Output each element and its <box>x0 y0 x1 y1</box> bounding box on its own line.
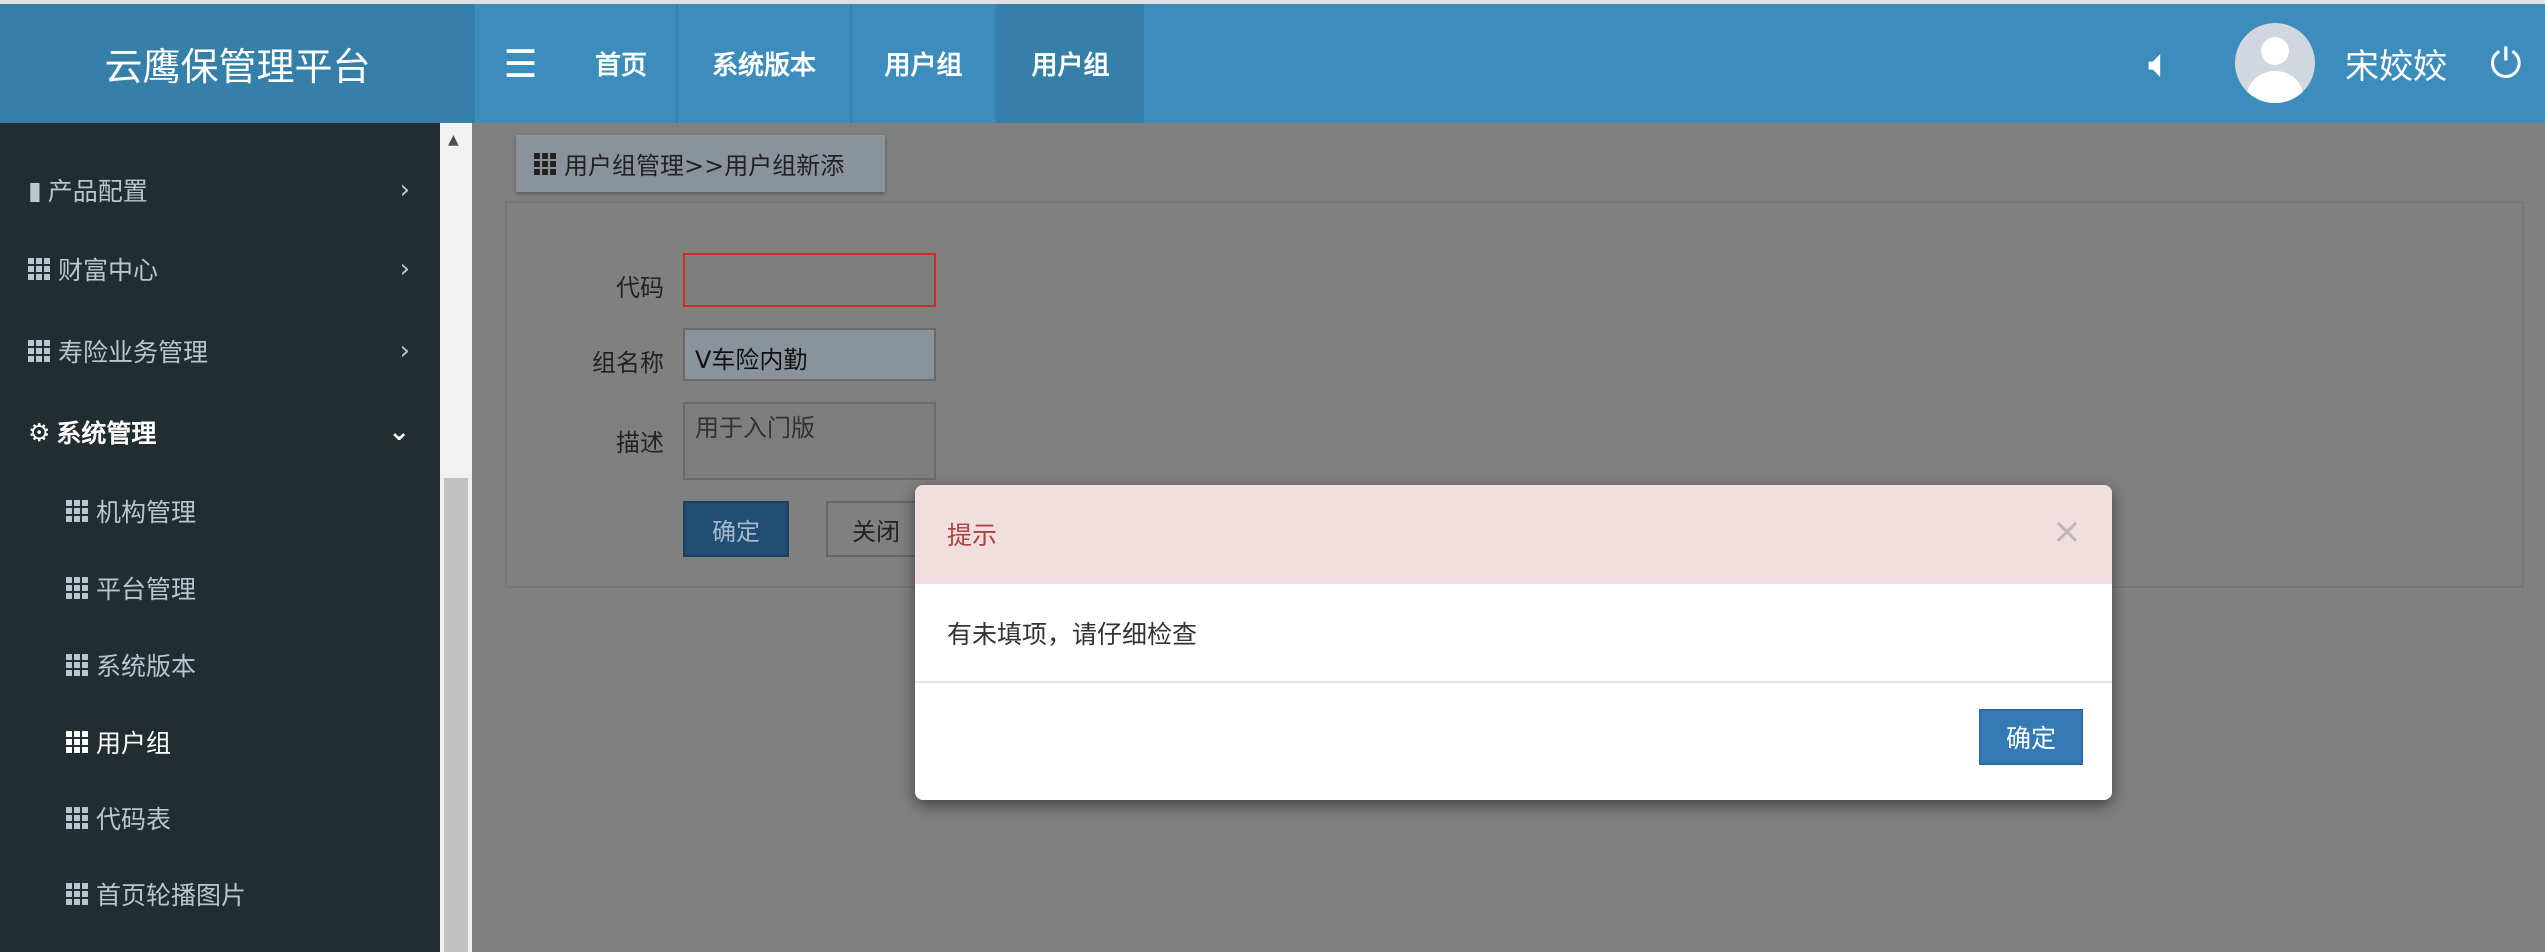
desc-textarea[interactable]: 用于入门版 <box>683 402 936 480</box>
close-icon[interactable]: × <box>2052 511 2082 552</box>
close-button[interactable]: 关闭 <box>826 501 926 557</box>
name-input[interactable]: V车险内勤 <box>683 328 936 381</box>
scroll-up-icon[interactable]: ▲ <box>448 132 459 148</box>
sidebar-item-product-config[interactable]: ▮ 产品配置 › <box>0 160 440 220</box>
logo[interactable]: 云鹰保管理平台 <box>0 4 475 123</box>
modal-title: 提示 <box>947 520 998 550</box>
sidebar-sub-platform[interactable]: 平台管理 <box>0 558 440 618</box>
sidebar-item-label: 机构管理 <box>96 498 197 527</box>
nav-home[interactable]: 首页 <box>566 4 678 123</box>
sidebar-sub-org[interactable]: 机构管理 <box>0 481 440 541</box>
grid-icon <box>28 340 50 362</box>
sidebar-item-system-management[interactable]: ⚙ 系统管理 ⌄ <box>0 402 440 462</box>
breadcrumb: 用户组管理>>用户组新添 <box>516 135 885 192</box>
sidebar-item-label: 平台管理 <box>96 575 197 604</box>
alert-modal: 提示 × 有未填项，请仔细检查 确定 <box>915 485 2112 800</box>
sidebar-sub-carousel[interactable]: 首页轮播图片 <box>0 864 440 924</box>
sidebar: ▮ 产品配置 › 财富中心 › 寿险业务管理 › ⚙ 系统管理 ⌄ 机构管理 平台管理 系统… <box>0 123 440 952</box>
chevron-right-icon: › <box>399 175 410 205</box>
confirm-button[interactable]: 确定 <box>683 501 789 557</box>
modal-message: 有未填项，请仔细检查 <box>915 584 2112 683</box>
sidebar-item-wealth-center[interactable]: 财富中心 › <box>0 239 440 299</box>
sidebar-item-label: 用户组 <box>96 729 172 758</box>
grid-icon <box>66 654 88 676</box>
nav-system-version[interactable]: 系统版本 <box>678 4 852 123</box>
sidebar-item-life-insurance[interactable]: 寿险业务管理 › <box>0 321 440 381</box>
sidebar-sub-version[interactable]: 系统版本 <box>0 635 440 695</box>
name-label: 组名称 <box>592 349 664 377</box>
sidebar-item-label: 产品配置 <box>47 177 148 206</box>
sidebar-item-label: 代码表 <box>96 805 172 834</box>
speaker-icon[interactable]: 🔈︎ <box>2148 4 2172 123</box>
grid-icon <box>28 258 50 280</box>
user-name[interactable]: 宋姣姣 <box>2345 4 2447 123</box>
sidebar-sub-code-table[interactable]: 代码表 <box>0 788 440 848</box>
grid-icon <box>66 731 88 753</box>
sidebar-sub-user-group[interactable]: 用户组 <box>0 712 440 772</box>
nav-user-group-active[interactable]: 用户组 <box>997 4 1144 123</box>
grid-icon <box>66 883 88 905</box>
breadcrumb-text: 用户组管理>>用户组新添 <box>564 152 845 180</box>
scrollbar-thumb[interactable] <box>444 478 468 952</box>
grid-icon <box>66 500 88 522</box>
sidebar-item-label: 系统管理 <box>56 419 157 448</box>
chevron-right-icon: › <box>399 254 410 284</box>
book-icon: ▮ <box>28 175 42 205</box>
desc-label: 描述 <box>616 429 664 457</box>
grid-icon <box>66 807 88 829</box>
modal-ok-button[interactable]: 确定 <box>1979 709 2083 765</box>
modal-header: 提示 × <box>915 485 2112 584</box>
code-label: 代码 <box>616 274 664 302</box>
sidebar-item-label: 寿险业务管理 <box>58 338 209 367</box>
avatar[interactable] <box>2235 23 2315 103</box>
menu-toggle-icon[interactable]: ☰ <box>475 4 566 123</box>
chevron-down-icon: ⌄ <box>388 417 410 447</box>
code-input[interactable] <box>683 253 936 307</box>
sidebar-item-label: 首页轮播图片 <box>96 881 247 910</box>
gear-icon: ⚙ <box>28 417 51 447</box>
grid-icon <box>66 577 88 599</box>
power-icon[interactable]: ⏻ <box>2490 4 2522 123</box>
chevron-right-icon: › <box>399 336 410 366</box>
nav-user-group[interactable]: 用户组 <box>852 4 997 123</box>
header: 云鹰保管理平台 ☰ 首页 系统版本 用户组 用户组 🔈︎ 宋姣姣 ⏻ <box>0 4 2545 123</box>
sidebar-item-label: 财富中心 <box>58 256 159 285</box>
sidebar-item-label: 系统版本 <box>96 652 197 681</box>
grid-icon <box>534 152 556 175</box>
